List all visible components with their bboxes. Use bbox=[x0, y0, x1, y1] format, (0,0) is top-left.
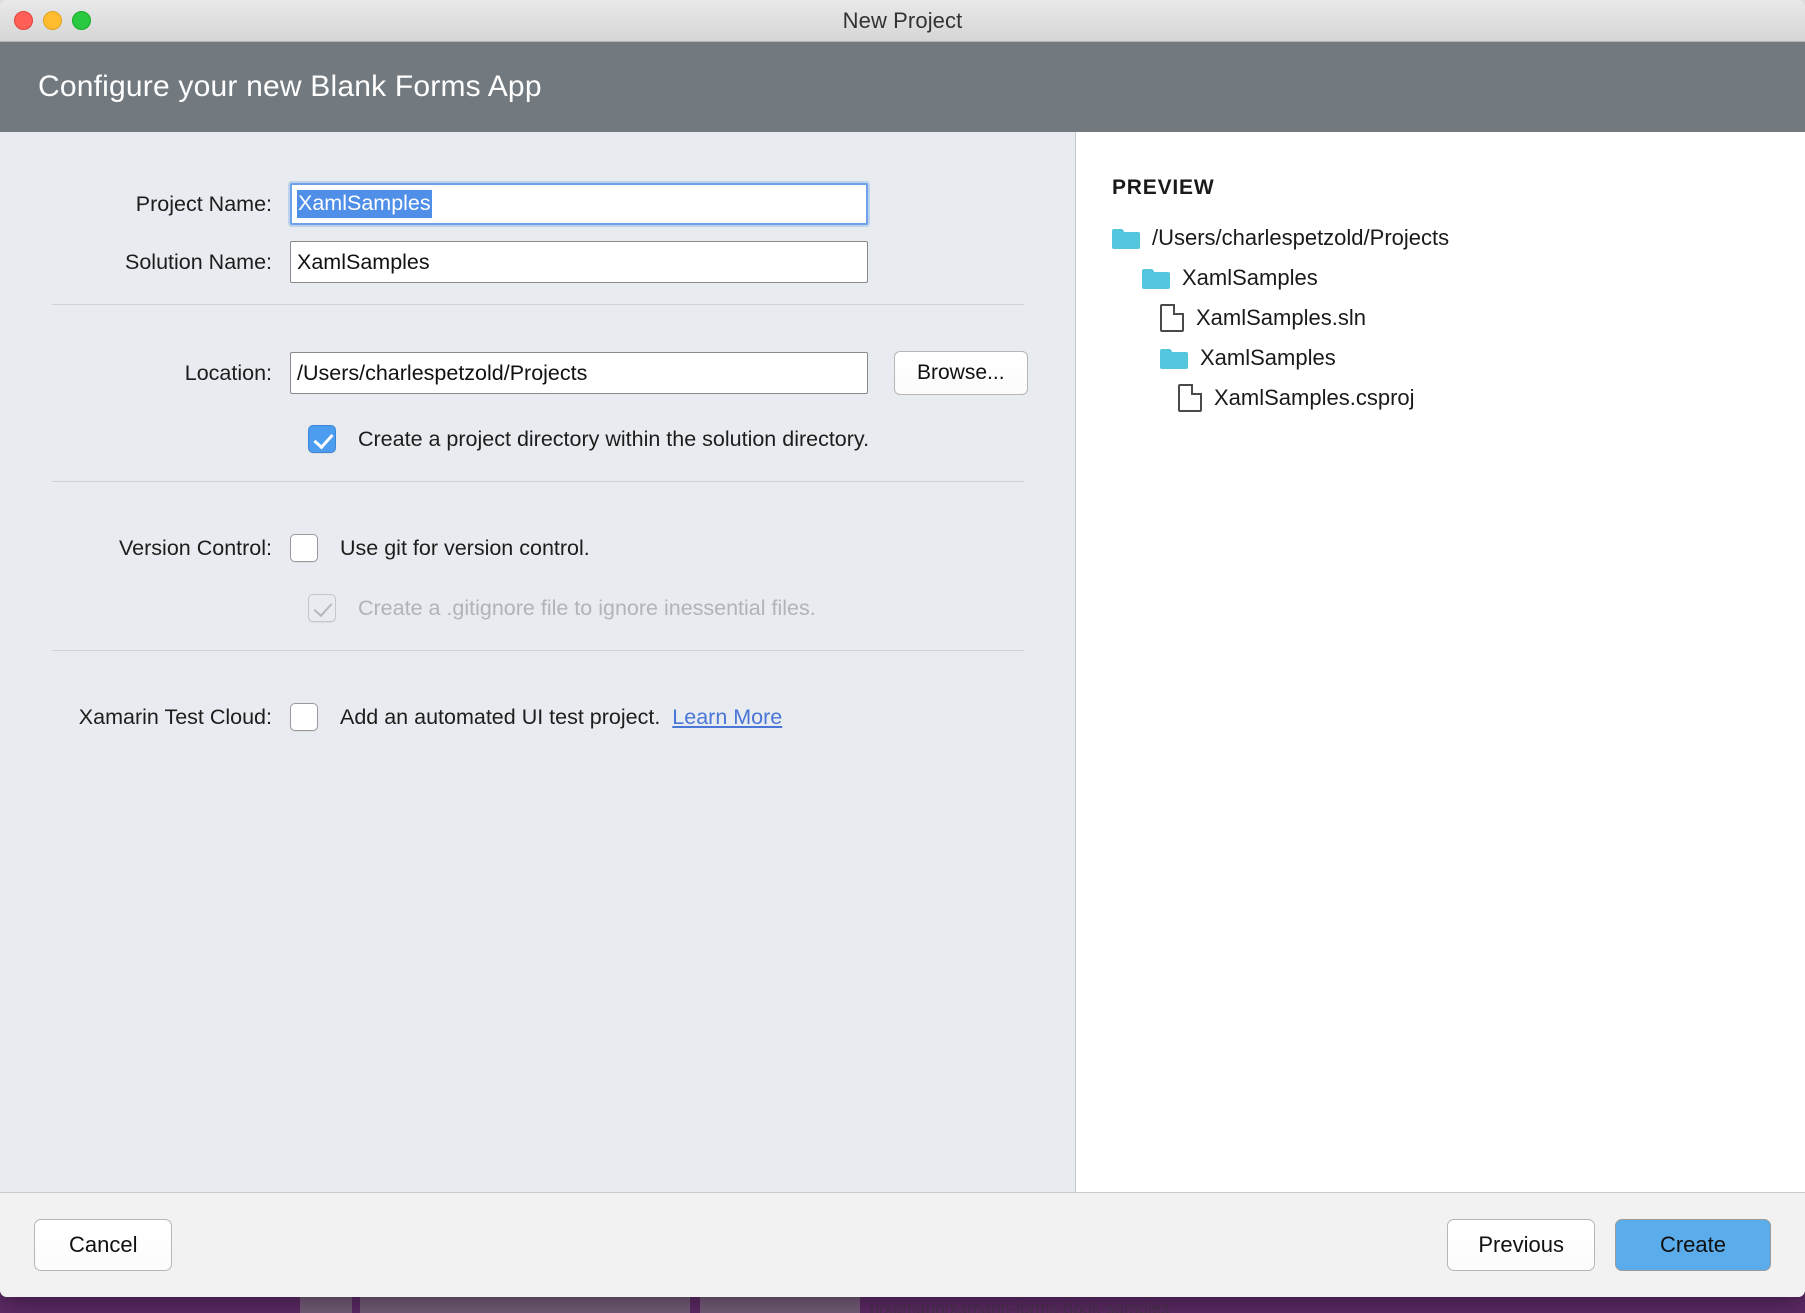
tree-item-label: XamlSamples bbox=[1200, 345, 1336, 371]
background-taskbar-text: n/xamarin/xamarin-forms-book-samples bbox=[870, 1299, 1169, 1313]
project-name-value: XamlSamples bbox=[297, 190, 432, 218]
use-git-label: Use git for version control. bbox=[340, 536, 590, 561]
form-pane: Project Name: XamlSamples Solution Name:… bbox=[0, 132, 1075, 1192]
project-directory-checkbox[interactable] bbox=[308, 425, 336, 453]
page-title: Configure your new Blank Forms App bbox=[38, 70, 542, 104]
window-titlebar[interactable]: New Project bbox=[0, 0, 1805, 42]
use-git-checkbox[interactable] bbox=[290, 534, 318, 562]
minimize-button-icon[interactable] bbox=[43, 11, 62, 30]
divider bbox=[52, 481, 1024, 482]
zoom-button-icon[interactable] bbox=[72, 11, 91, 30]
folder-icon bbox=[1160, 347, 1188, 369]
xamarin-test-cloud-group: Xamarin Test Cloud: Add an automated UI … bbox=[50, 695, 1030, 739]
project-directory-row: Create a project directory within the so… bbox=[50, 417, 1030, 461]
previous-button[interactable]: Previous bbox=[1447, 1219, 1595, 1271]
new-project-dialog: New Project Configure your new Blank For… bbox=[0, 0, 1805, 1297]
divider bbox=[52, 304, 1024, 305]
file-icon bbox=[1178, 384, 1202, 412]
tree-item-label: XamlSamples bbox=[1182, 265, 1318, 291]
location-label: Location: bbox=[50, 361, 290, 386]
dialog-body: Project Name: XamlSamples Solution Name:… bbox=[0, 132, 1805, 1193]
tree-item[interactable]: XamlSamples.sln bbox=[1160, 298, 1805, 338]
version-control-group: Version Control: Use git for version con… bbox=[50, 526, 1030, 630]
dialog-footer: Cancel Previous Create bbox=[0, 1193, 1805, 1297]
tree-item[interactable]: /Users/charlespetzold/Projects bbox=[1112, 218, 1805, 258]
location-row: Location: /Users/charlespetzold/Projects… bbox=[50, 351, 1030, 395]
learn-more-link[interactable]: Learn More bbox=[672, 705, 782, 730]
footer-right-group: Previous Create bbox=[1447, 1219, 1771, 1271]
project-directory-label: Create a project directory within the so… bbox=[358, 427, 869, 452]
solution-name-label: Solution Name: bbox=[50, 250, 290, 275]
tree-item[interactable]: XamlSamples.csproj bbox=[1178, 378, 1805, 418]
version-control-label: Version Control: bbox=[50, 536, 290, 561]
version-control-row: Version Control: Use git for version con… bbox=[50, 526, 1030, 570]
solution-name-input[interactable]: XamlSamples bbox=[290, 241, 868, 283]
gitignore-label: Create a .gitignore file to ignore iness… bbox=[358, 596, 816, 621]
tree-item-label: XamlSamples.sln bbox=[1196, 305, 1366, 331]
window-title: New Project bbox=[0, 8, 1805, 34]
file-icon bbox=[1160, 304, 1184, 332]
location-input[interactable]: /Users/charlespetzold/Projects bbox=[290, 352, 868, 394]
location-group: Location: /Users/charlespetzold/Projects… bbox=[50, 351, 1030, 461]
tree-item[interactable]: XamlSamples bbox=[1142, 258, 1805, 298]
preview-heading: PREVIEW bbox=[1112, 176, 1805, 200]
tree-item-label: /Users/charlespetzold/Projects bbox=[1152, 225, 1449, 251]
form-grid: Project Name: XamlSamples Solution Name:… bbox=[50, 182, 1030, 284]
gitignore-checkbox bbox=[308, 594, 336, 622]
tree-item-label: XamlSamples.csproj bbox=[1214, 385, 1415, 411]
solution-name-row: Solution Name: XamlSamples bbox=[50, 240, 1030, 284]
divider bbox=[52, 650, 1024, 651]
tree-item[interactable]: XamlSamples bbox=[1160, 338, 1805, 378]
xamarin-test-cloud-label: Xamarin Test Cloud: bbox=[50, 705, 290, 730]
solution-name-value: XamlSamples bbox=[297, 250, 430, 275]
preview-pane: PREVIEW /Users/charlespetzold/Projects X… bbox=[1075, 132, 1805, 1192]
project-name-input[interactable]: XamlSamples bbox=[290, 183, 868, 225]
location-value: /Users/charlespetzold/Projects bbox=[297, 361, 587, 386]
close-button-icon[interactable] bbox=[14, 11, 33, 30]
traffic-light-group bbox=[14, 0, 91, 41]
create-button[interactable]: Create bbox=[1615, 1219, 1771, 1271]
folder-icon bbox=[1142, 267, 1170, 289]
project-name-row: Project Name: XamlSamples bbox=[50, 182, 1030, 226]
cancel-button[interactable]: Cancel bbox=[34, 1219, 172, 1271]
ui-test-label: Add an automated UI test project. bbox=[340, 705, 660, 730]
browse-button[interactable]: Browse... bbox=[894, 351, 1028, 395]
project-name-label: Project Name: bbox=[50, 192, 290, 217]
folder-icon bbox=[1112, 227, 1140, 249]
ui-test-checkbox[interactable] bbox=[290, 703, 318, 731]
dialog-header: Configure your new Blank Forms App bbox=[0, 42, 1805, 132]
xamarin-test-cloud-row: Xamarin Test Cloud: Add an automated UI … bbox=[50, 695, 1030, 739]
gitignore-row: Create a .gitignore file to ignore iness… bbox=[50, 586, 1030, 630]
